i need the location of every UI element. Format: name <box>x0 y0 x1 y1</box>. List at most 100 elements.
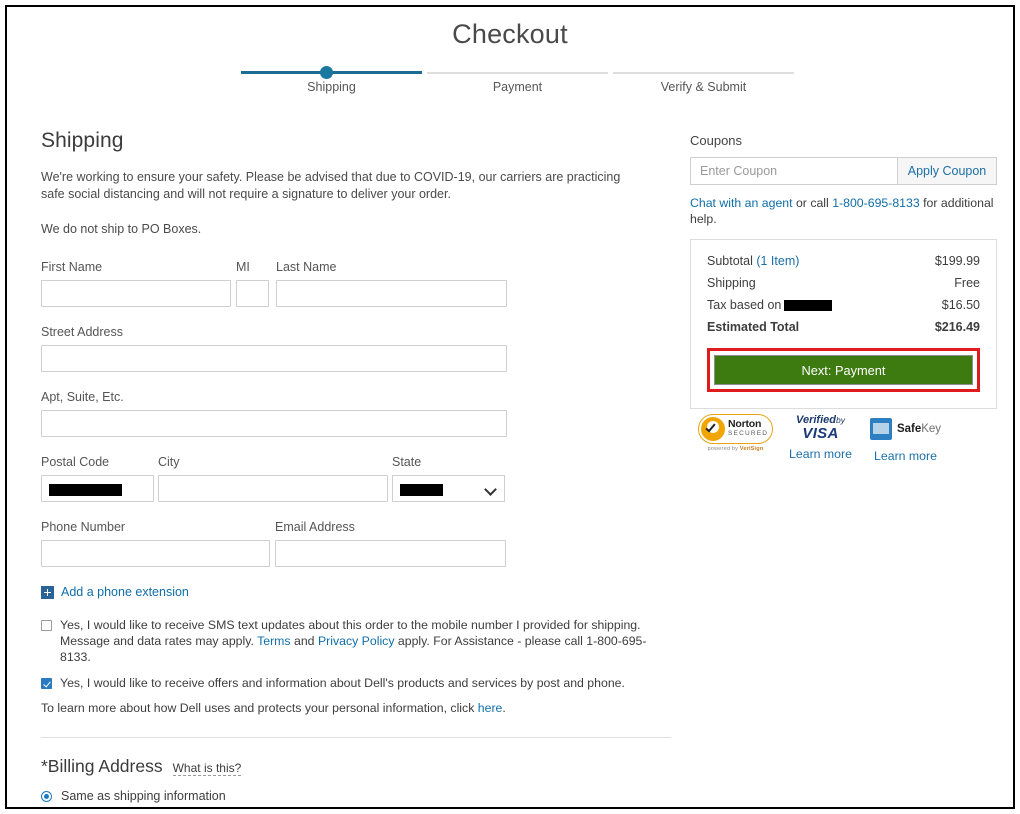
visa-learn-more-link[interactable]: Learn more <box>778 446 863 462</box>
po-box-notice-text: We do not ship to PO Boxes. <box>41 222 202 236</box>
offers-optin-checkbox[interactable] <box>41 678 52 689</box>
norton-powered-line: powered by VeriSign <box>693 446 778 452</box>
postal-code-input[interactable] <box>41 475 154 502</box>
add-phone-extension-button[interactable]: Add a phone extension <box>41 585 681 599</box>
apply-coupon-button[interactable]: Apply Coupon <box>897 157 997 185</box>
street-address-group: Street Address <box>41 325 681 372</box>
email-address-input[interactable] <box>275 540 506 567</box>
support-phone-link[interactable]: 1-800-695-8133 <box>832 196 920 210</box>
norton-subtitle: SECURED <box>728 430 769 437</box>
sms-optin-checkbox[interactable] <box>41 620 52 631</box>
stepper-line-payment <box>427 72 608 74</box>
last-name-input[interactable] <box>276 280 507 307</box>
name-field-row: First Name MI Last Name <box>41 260 681 307</box>
summary-subtotal-value: $199.99 <box>934 254 980 268</box>
section-divider <box>41 737 671 738</box>
billing-option-same[interactable]: Same as shipping information <box>41 789 681 803</box>
mi-label: MI <box>236 260 250 274</box>
checkout-page: Checkout Shipping Payment Verify & Submi… <box>7 7 1013 807</box>
offers-optin-text: Yes, I would like to receive offers and … <box>60 676 625 690</box>
summary-row-subtotal: Subtotal (1 Item) $199.99 <box>707 254 980 268</box>
phone-number-input[interactable] <box>41 540 270 567</box>
last-name-label: Last Name <box>276 260 337 274</box>
summary-row-total: Estimated Total $216.49 <box>707 320 980 334</box>
safekey-key-text: Key <box>921 423 942 435</box>
summary-tax-redaction <box>784 300 833 312</box>
email-address-label: Email Address <box>275 520 355 534</box>
last-name-group: Last Name <box>276 260 507 307</box>
shipping-section-title: Shipping <box>41 129 124 152</box>
chat-with-agent-link[interactable]: Chat with an agent <box>690 196 793 210</box>
sms-optin-row[interactable]: Yes, I would like to receive SMS text up… <box>41 617 681 665</box>
safekey-wordmark: SafeKey <box>897 423 941 435</box>
coupons-label: Coupons <box>690 133 743 148</box>
mi-group: MI <box>236 260 269 307</box>
city-input[interactable] <box>158 475 388 502</box>
chevron-down-icon <box>484 483 497 496</box>
street-address-input[interactable] <box>41 345 507 372</box>
safekey-learn-more-link[interactable]: Learn more <box>863 448 948 464</box>
coupon-entry-row: Enter Coupon Apply Coupon <box>690 157 997 185</box>
norton-powered-pre: powered by <box>707 446 740 452</box>
stepper-line-verify <box>613 72 794 74</box>
verified-by-visa-badge[interactable]: Verifiedby VISA Learn more <box>778 414 863 462</box>
order-summary-column: Coupons Enter Coupon Apply Coupon Chat w… <box>690 133 997 409</box>
privacy-policy-link[interactable]: Privacy Policy <box>318 634 395 648</box>
help-line: Chat with an agent or call 1-800-695-813… <box>690 195 997 227</box>
first-name-input[interactable] <box>41 280 231 307</box>
browser-page-frame: Checkout Shipping Payment Verify & Submi… <box>5 5 1015 809</box>
postal-code-group: Postal Code <box>41 455 154 502</box>
state-group: State <box>392 455 505 502</box>
first-name-group: First Name <box>41 260 231 307</box>
summary-total-value: $216.49 <box>934 320 980 334</box>
coupon-input[interactable]: Enter Coupon <box>690 157 897 185</box>
stepper-dot-active <box>320 66 333 79</box>
apt-suite-label: Apt, Suite, Etc. <box>41 390 124 404</box>
shipping-form-column: Shipping We're working to ensure your sa… <box>41 129 681 807</box>
trust-badges: Norton SECURED powered by VeriSign Verif… <box>693 414 983 464</box>
mi-input[interactable] <box>236 280 269 307</box>
offers-optin-row[interactable]: Yes, I would like to receive offers and … <box>41 675 681 691</box>
plus-icon <box>41 585 54 599</box>
privacy-here-link[interactable]: here <box>478 701 503 715</box>
add-phone-extension-label: Add a phone extension <box>61 585 189 599</box>
sms-optin-line1: Yes, I would like to receive SMS text up… <box>60 618 641 632</box>
help-mid-text: or call <box>792 196 833 210</box>
terms-link[interactable]: Terms <box>257 634 290 648</box>
first-name-label: First Name <box>41 260 103 274</box>
summary-tax-value: $16.50 <box>941 298 980 312</box>
next-payment-button[interactable]: Next: Payment <box>714 355 973 385</box>
privacy-learn-more-line: To learn more about how Dell uses and pr… <box>41 701 681 715</box>
sms-optin-text: Yes, I would like to receive SMS text up… <box>60 617 660 665</box>
state-select[interactable] <box>392 475 505 502</box>
apt-suite-input[interactable] <box>41 410 507 437</box>
page-title: Checkout <box>452 19 568 49</box>
summary-tax-label: Tax based on <box>707 298 833 312</box>
amex-safekey-badge[interactable]: SafeKey Learn more <box>863 414 948 464</box>
norton-powered-brand: VeriSign <box>739 446 764 452</box>
summary-total-label: Estimated Total <box>707 320 800 334</box>
billing-option-same-label: Same as shipping information <box>61 789 226 803</box>
location-field-row: Postal Code City State <box>41 455 681 502</box>
city-label: City <box>158 455 180 469</box>
billing-radio-same[interactable] <box>41 790 52 802</box>
norton-secured-badge[interactable]: Norton SECURED powered by VeriSign <box>693 414 778 452</box>
safekey-logo-row: SafeKey <box>863 414 948 444</box>
summary-subtotal-label: Subtotal (1 Item) <box>707 254 799 268</box>
summary-subtotal-text: Subtotal <box>707 254 757 268</box>
phone-number-group: Phone Number <box>41 520 270 567</box>
summary-row-shipping: Shipping Free <box>707 276 980 290</box>
stepper-label-payment: Payment <box>492 80 543 94</box>
state-label: State <box>392 455 422 469</box>
what-is-this-link[interactable]: What is this? <box>172 761 242 776</box>
billing-address-header: *Billing Address What is this? <box>41 756 681 777</box>
sms-optin-line2-pre: Message and data rates may apply. <box>60 634 258 648</box>
norton-title: Norton <box>728 418 762 430</box>
stepper-label-shipping: Shipping <box>307 80 356 94</box>
street-address-label: Street Address <box>41 325 123 339</box>
email-address-group: Email Address <box>275 520 506 567</box>
visa-wordmark: VISA <box>802 425 839 442</box>
summary-shipping-value: Free <box>954 276 980 290</box>
summary-subtotal-items[interactable]: (1 Item) <box>756 254 799 268</box>
state-value-redaction <box>400 484 443 496</box>
